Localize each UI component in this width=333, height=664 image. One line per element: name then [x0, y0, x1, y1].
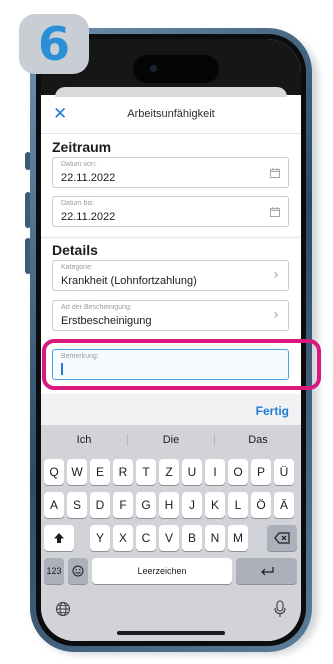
- key-b[interactable]: B: [182, 525, 202, 551]
- section-zeitraum: Zeitraum Datum von: 22.11.2022 Datum bis…: [41, 134, 301, 236]
- key-j[interactable]: J: [182, 492, 202, 518]
- key-a[interactable]: A: [44, 492, 64, 518]
- certificate-label: Art der Bescheinigung:: [61, 304, 132, 311]
- date-to-label: Datum bis:: [61, 200, 95, 207]
- page-title: Arbeitsunfähigkeit: [127, 108, 215, 120]
- key-e[interactable]: E: [90, 459, 110, 485]
- key-h[interactable]: H: [159, 492, 179, 518]
- chevron-right-icon: ›: [273, 267, 279, 283]
- nav-bar: ✕ Arbeitsunfähigkeit: [41, 97, 301, 134]
- key-i[interactable]: I: [205, 459, 225, 485]
- key-n[interactable]: N: [205, 525, 225, 551]
- key-ue[interactable]: Ü: [274, 459, 294, 485]
- category-field[interactable]: Kategorie: Krankheit (Lohnfortzahlung) ›: [52, 260, 289, 291]
- calendar-icon[interactable]: [270, 207, 280, 220]
- date-to-field[interactable]: Datum bis: 22.11.2022: [52, 196, 289, 227]
- suggestion-1[interactable]: Ich: [41, 425, 127, 455]
- space-key[interactable]: Leerzeichen: [92, 558, 232, 584]
- section-title-zeitraum: Zeitraum: [52, 139, 112, 155]
- certificate-value: Erstbescheinigung: [61, 315, 152, 327]
- key-m[interactable]: M: [228, 525, 248, 551]
- key-o[interactable]: O: [228, 459, 248, 485]
- return-key[interactable]: [236, 558, 297, 584]
- backspace-key[interactable]: [267, 525, 297, 551]
- key-c[interactable]: C: [136, 525, 156, 551]
- key-g[interactable]: G: [136, 492, 156, 518]
- numbers-key[interactable]: 123: [44, 558, 64, 584]
- emoji-icon: [72, 565, 84, 577]
- suggestion-3[interactable]: Das: [215, 425, 301, 455]
- section-title-details: Details: [52, 242, 98, 258]
- key-k[interactable]: K: [205, 492, 225, 518]
- key-w[interactable]: W: [67, 459, 87, 485]
- microphone-icon[interactable]: [273, 600, 287, 623]
- category-label: Kategorie:: [61, 264, 93, 271]
- category-value: Krankheit (Lohnfortzahlung): [61, 275, 197, 287]
- date-from-label: Datum von:: [61, 161, 97, 168]
- key-r[interactable]: R: [113, 459, 133, 485]
- key-y[interactable]: Y: [90, 525, 110, 551]
- globe-icon[interactable]: [55, 601, 71, 622]
- key-s[interactable]: S: [67, 492, 87, 518]
- key-ae[interactable]: Ä: [274, 492, 294, 518]
- shift-key[interactable]: [44, 525, 74, 551]
- key-p[interactable]: P: [251, 459, 271, 485]
- key-x[interactable]: X: [113, 525, 133, 551]
- keyboard-accessory-bar: Fertig: [41, 397, 301, 425]
- key-d[interactable]: D: [90, 492, 110, 518]
- key-q[interactable]: Q: [44, 459, 64, 485]
- step-badge: 6: [19, 14, 89, 74]
- keyboard: Ich Die Das Q W E R T Z U I O P Ü A S D …: [41, 425, 301, 641]
- home-indicator: [117, 631, 225, 635]
- step-number: 6: [37, 17, 70, 71]
- date-from-field[interactable]: Datum von: 22.11.2022: [52, 157, 289, 188]
- highlight-frame: [42, 339, 321, 390]
- certificate-field[interactable]: Art der Bescheinigung: Erstbescheinigung…: [52, 300, 289, 331]
- camera-icon: [150, 65, 157, 72]
- key-z[interactable]: Z: [159, 459, 179, 485]
- shift-icon: [54, 533, 64, 543]
- done-button[interactable]: Fertig: [256, 404, 289, 418]
- key-v[interactable]: V: [159, 525, 179, 551]
- emoji-key[interactable]: [68, 558, 88, 584]
- date-from-value: 22.11.2022: [61, 172, 116, 184]
- key-t[interactable]: T: [136, 459, 156, 485]
- key-f[interactable]: F: [113, 492, 133, 518]
- backspace-icon: [274, 532, 290, 544]
- key-l[interactable]: L: [228, 492, 248, 518]
- dynamic-island: [133, 55, 219, 83]
- suggestion-2[interactable]: Die: [128, 425, 214, 455]
- chevron-right-icon: ›: [273, 307, 279, 323]
- date-to-value: 22.11.2022: [61, 211, 116, 223]
- calendar-icon[interactable]: [270, 168, 280, 181]
- key-u[interactable]: U: [182, 459, 202, 485]
- return-icon: [260, 567, 274, 576]
- key-oe[interactable]: Ö: [251, 492, 271, 518]
